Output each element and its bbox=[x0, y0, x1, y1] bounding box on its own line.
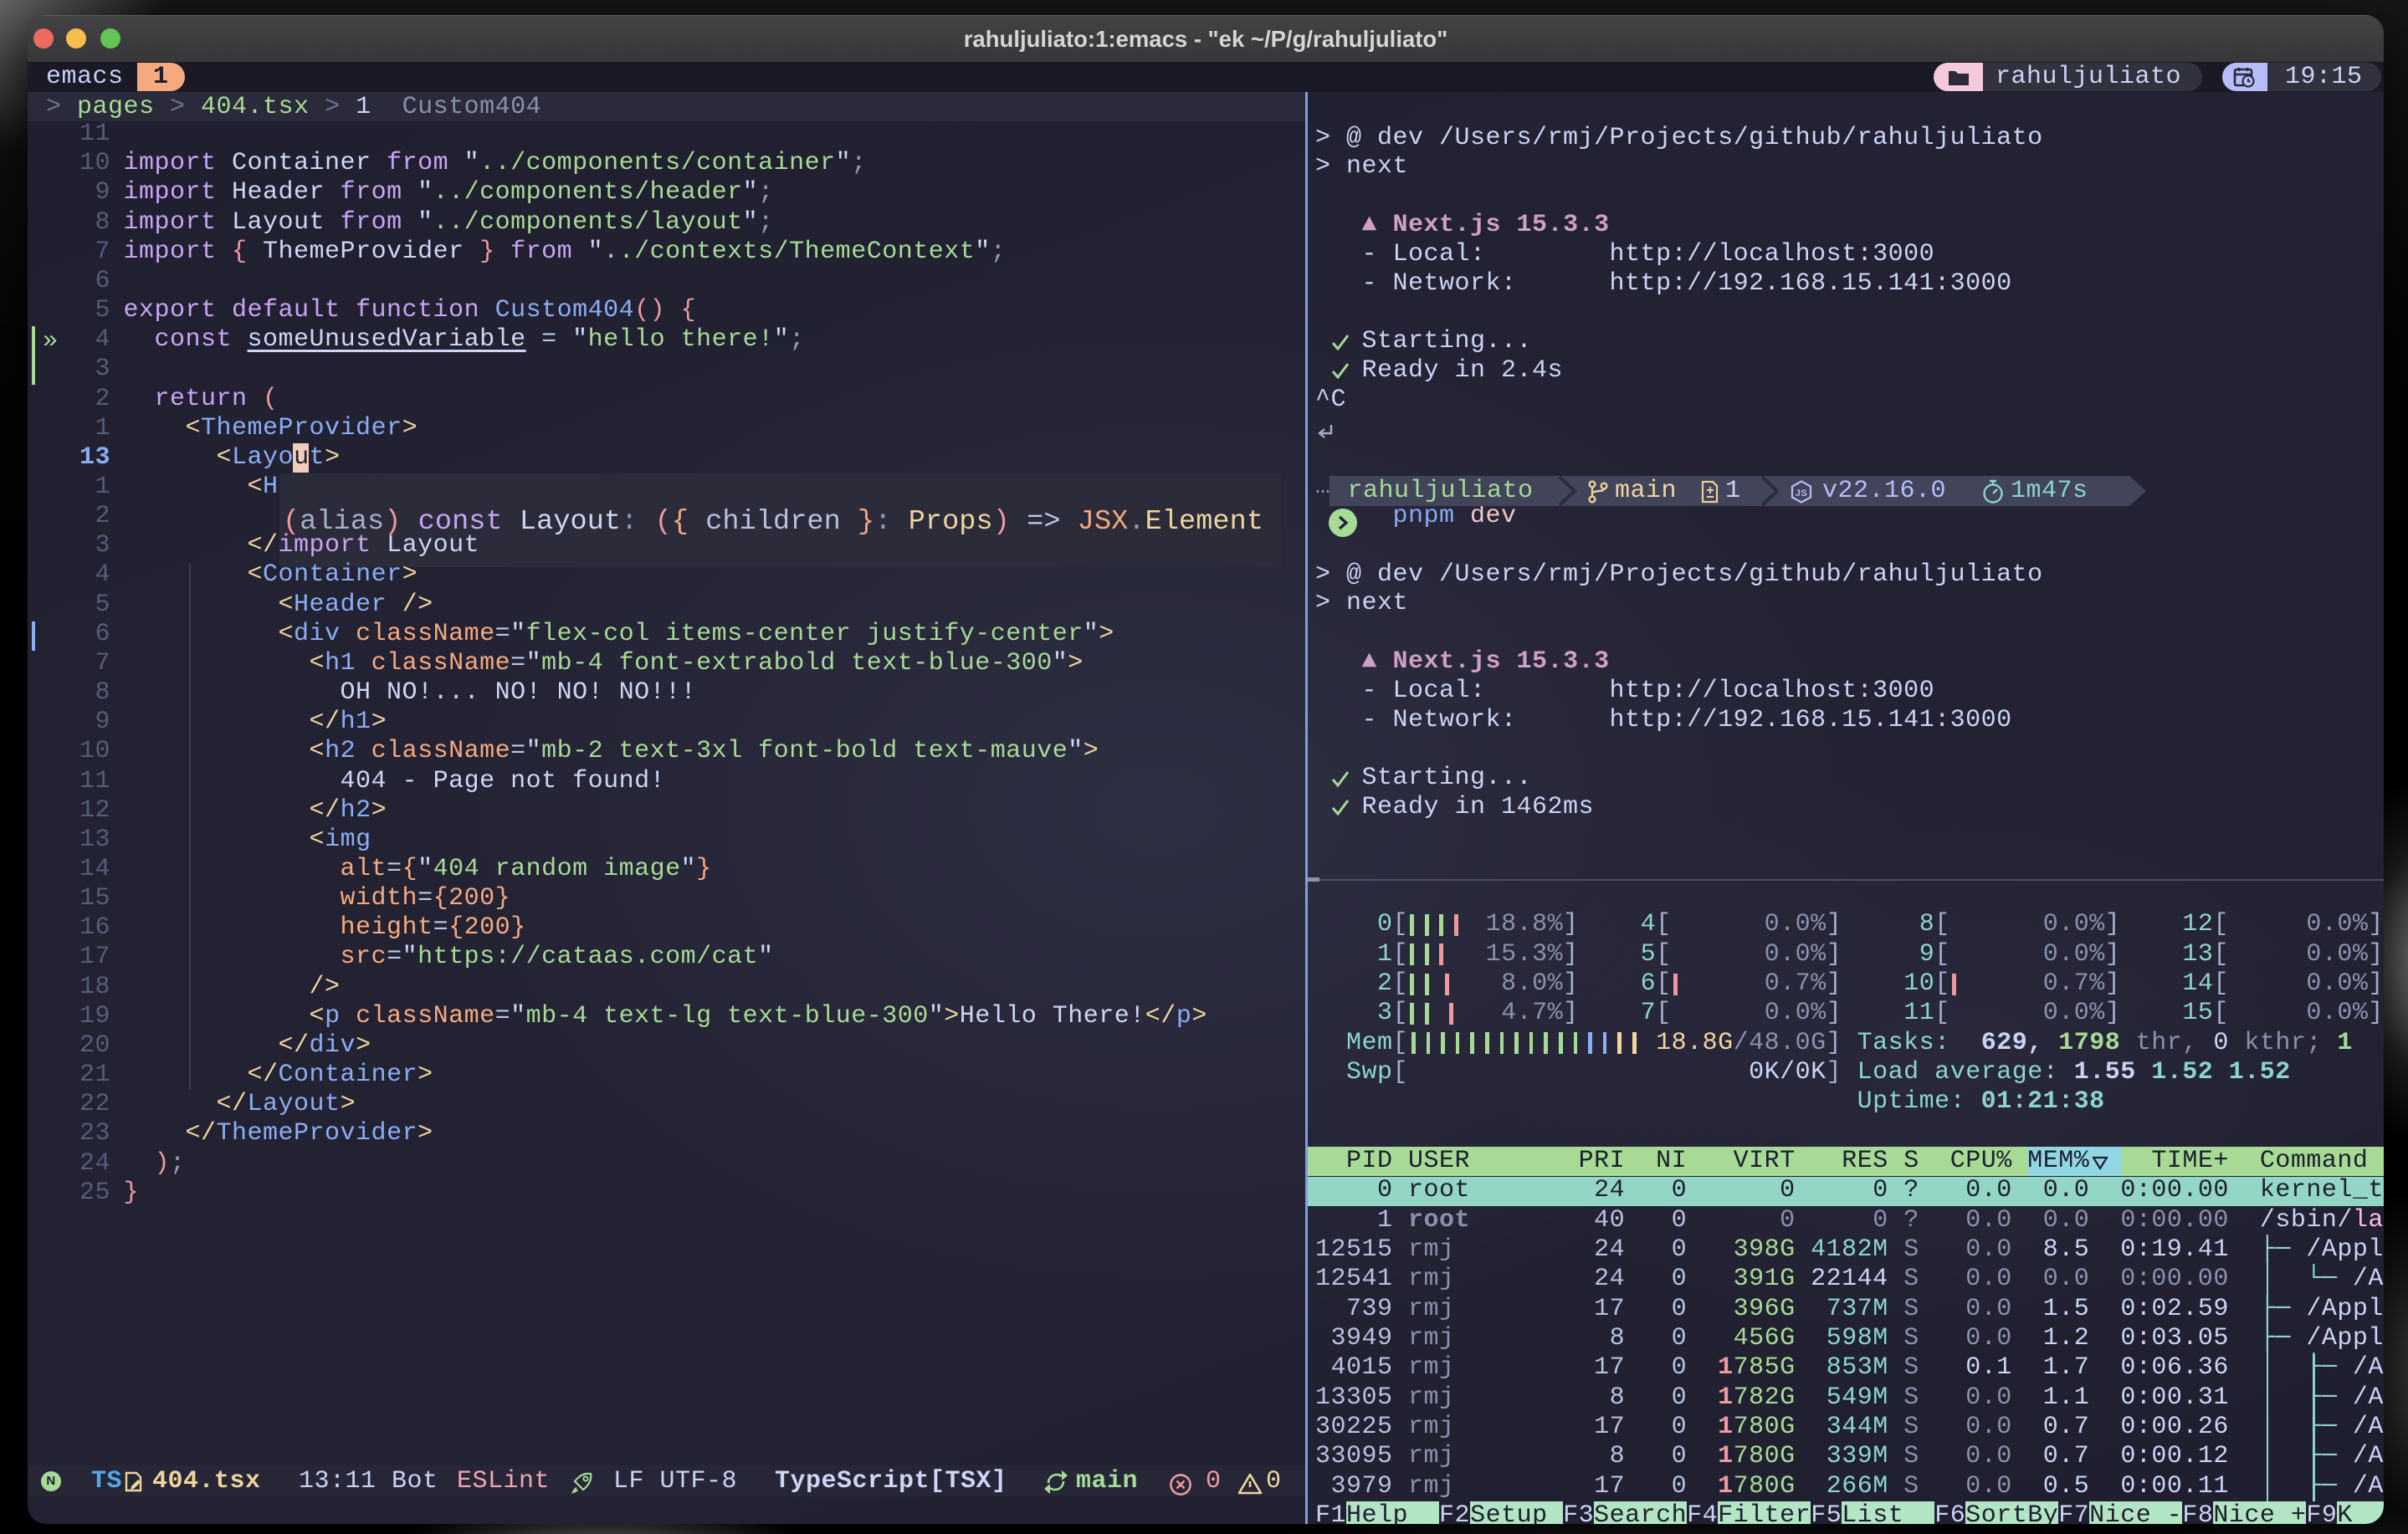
svg-text:JS: JS bbox=[1796, 488, 1807, 499]
